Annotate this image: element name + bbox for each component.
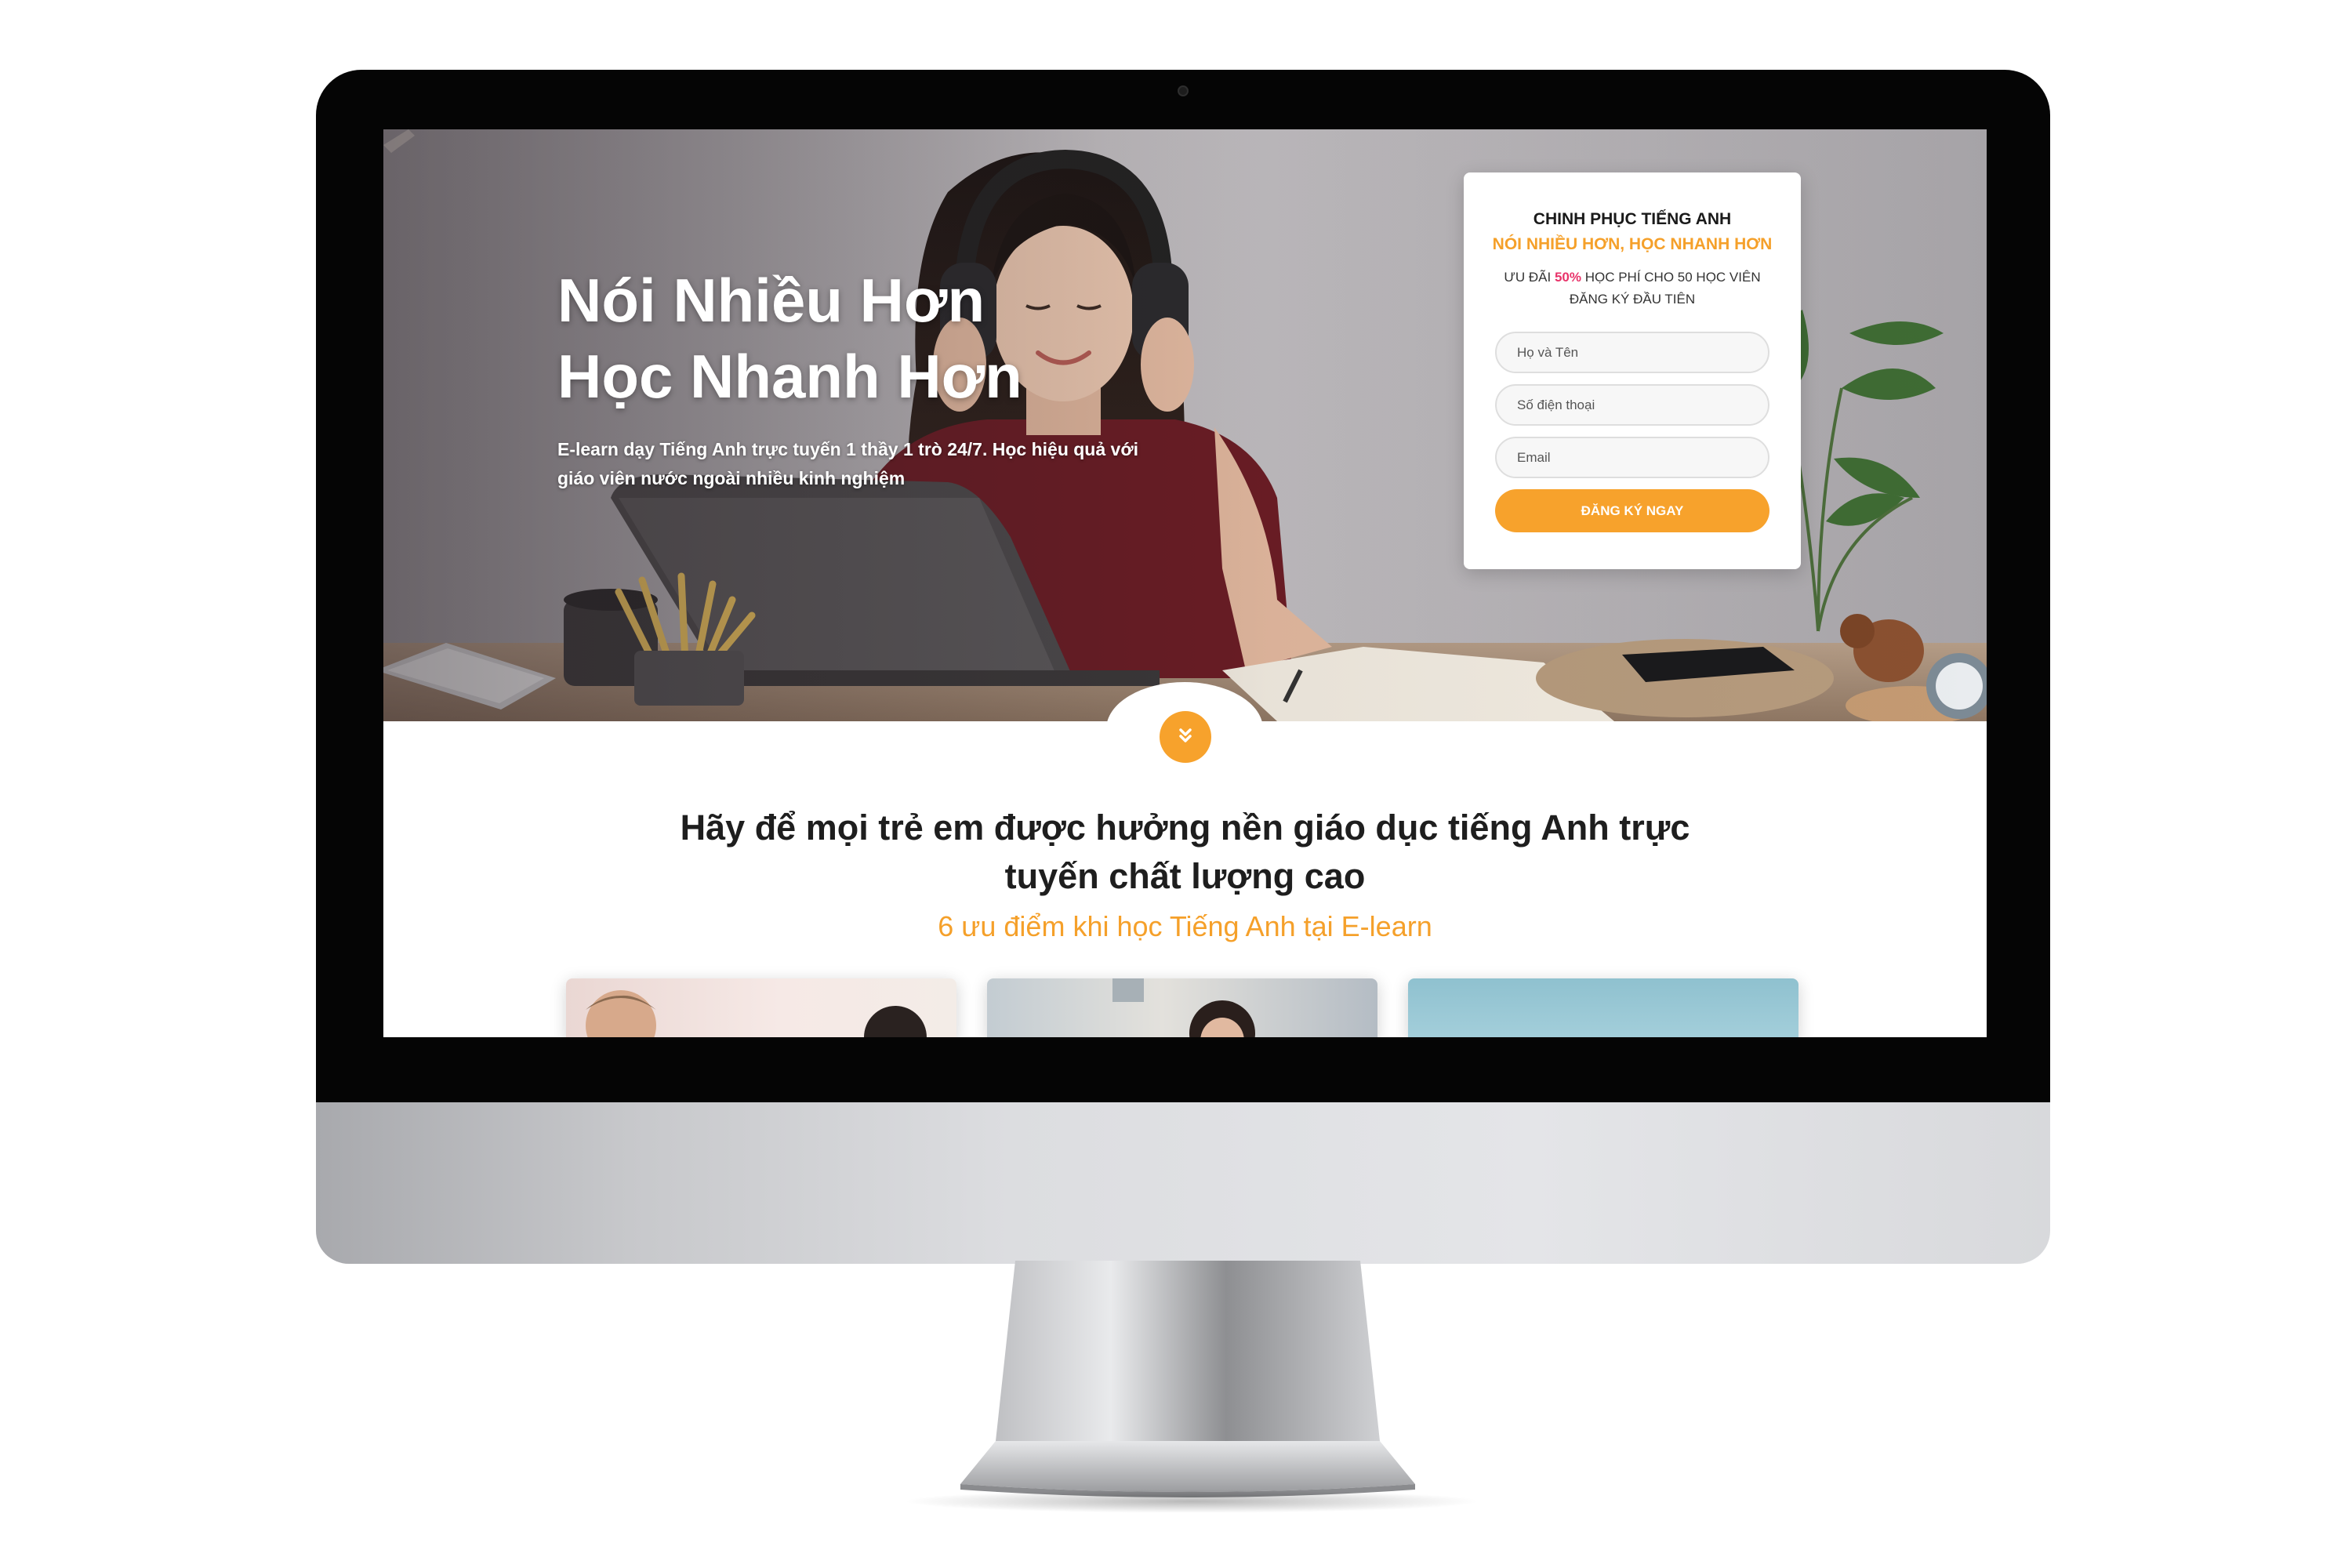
scroll-down-button[interactable]	[1160, 711, 1211, 763]
intro-subheading: 6 ưu điểm khi học Tiếng Anh tại E-learn	[938, 910, 1432, 942]
offer-prefix: ƯU ĐÃI	[1504, 270, 1555, 285]
monitor-chin	[316, 1102, 2050, 1264]
phone-placeholder: Số điện thoại	[1517, 397, 1595, 412]
register-now-button[interactable]: ĐĂNG KÝ NGAY	[1495, 489, 1769, 532]
hero-description: E-learn dạy Tiếng Anh trực tuyến 1 thầy …	[557, 439, 1139, 488]
hero-heading: Nói Nhiều Hơn Học Nhanh Hơn	[557, 263, 1106, 415]
form-subtitle: NÓI NHIỀU HƠN, HỌC NHANH HƠN	[1492, 235, 1773, 253]
offer-highlight: 50%	[1554, 270, 1581, 285]
registration-form: CHINH PHỤC TIẾNG ANH NÓI NHIỀU HƠN, HỌC …	[1464, 172, 1801, 569]
name-placeholder: Họ và Tên	[1517, 344, 1579, 360]
browser-viewport: Nói Nhiều Hơn Học Nhanh Hơn E-learn dạy …	[383, 129, 1987, 1037]
hero-section: Nói Nhiều Hơn Học Nhanh Hơn E-learn dạy …	[383, 129, 1987, 721]
stand-shadow	[902, 1490, 1482, 1513]
name-input[interactable]: Họ và Tên	[1495, 332, 1769, 373]
intro-heading: Hãy để mọi trẻ em được hưởng nền giáo dụ…	[680, 808, 1690, 896]
email-input[interactable]: Email	[1495, 437, 1769, 478]
form-title: CHINH PHỤC TIẾNG ANH	[1533, 210, 1732, 228]
feature-card-3[interactable]	[1408, 978, 1798, 1037]
offer-suffix: HỌC PHÍ CHO 50 HỌC VIÊN ĐĂNG KÝ ĐẦU TIÊN	[1569, 270, 1761, 307]
feature-card-2-image	[1112, 978, 1255, 1037]
feature-card-1-image	[586, 990, 927, 1037]
hero-title-line-2: Học Nhanh Hơn	[557, 342, 1022, 411]
feature-card-1[interactable]	[566, 978, 956, 1037]
double-chevron-down-icon	[1179, 728, 1192, 742]
phone-input[interactable]: Số điện thoại	[1495, 384, 1769, 426]
email-placeholder: Email	[1517, 449, 1551, 465]
form-offer-text: ƯU ĐÃI 50% HỌC PHÍ CHO 50 HỌC VIÊN ĐĂNG …	[1487, 267, 1777, 310]
feature-card-2[interactable]	[987, 978, 1377, 1037]
intro-section: Hãy để mọi trẻ em được hưởng nền giáo dụ…	[383, 804, 1987, 943]
feature-cards	[383, 978, 1987, 1037]
hero-title-line-1: Nói Nhiều Hơn	[557, 266, 985, 335]
camera-icon	[1178, 85, 1189, 96]
monitor-stand	[960, 1261, 1415, 1497]
